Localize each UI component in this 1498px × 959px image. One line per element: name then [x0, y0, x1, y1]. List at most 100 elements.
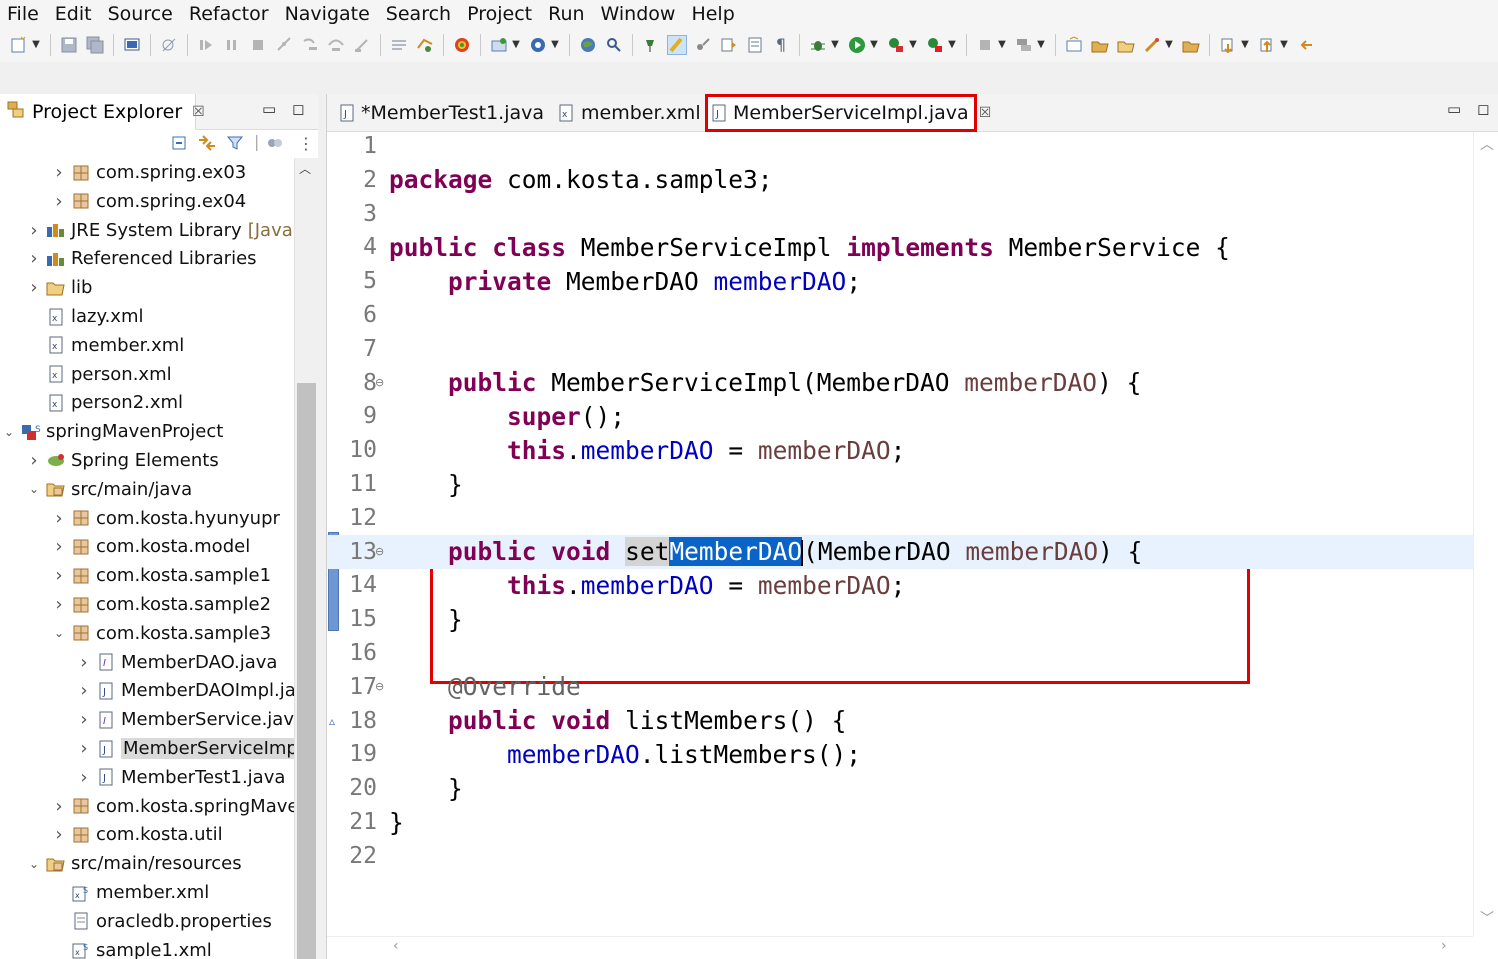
code-line[interactable]: 8 ⊖ public MemberServiceImpl(MemberDAO me… — [327, 366, 1473, 400]
external-tools-icon[interactable] — [925, 35, 945, 55]
minimize-icon[interactable]: ▭ — [262, 100, 276, 118]
search-icon[interactable] — [604, 35, 624, 55]
code-line[interactable]: 14 this.memberDAO = memberDAO; — [327, 568, 1473, 602]
tree-item[interactable]: ⌄ SspringMavenProject — [0, 417, 294, 446]
close-icon[interactable]: ☒ — [979, 105, 992, 121]
back-icon[interactable] — [1296, 35, 1316, 55]
tree-item[interactable]: x person2.xml — [0, 388, 294, 417]
save-icon[interactable] — [59, 35, 79, 55]
tab-member-xml[interactable]: x member.xml — [551, 94, 701, 132]
next-annotation-icon[interactable] — [719, 35, 739, 55]
chevron-down-icon[interactable]: ▼ — [869, 35, 879, 55]
chevron-right-icon[interactable]: › — [52, 796, 66, 817]
code-line[interactable]: 22 — [327, 839, 1473, 873]
chevron-right-icon[interactable]: › — [77, 709, 91, 730]
menu-navigate[interactable]: Navigate — [278, 0, 379, 28]
tree-item[interactable]: › com.kosta.sample2 — [0, 590, 294, 619]
fold-toggle-icon[interactable]: ⊖ — [375, 376, 384, 389]
chevron-right-icon[interactable]: › — [52, 824, 66, 845]
code-line[interactable]: 5 private MemberDAO memberDAO; — [327, 264, 1473, 298]
tree-item[interactable]: › J MemberTest1.java — [0, 763, 294, 792]
chevron-right-icon[interactable]: › — [52, 594, 66, 615]
skip-breakpoints-icon[interactable] — [159, 35, 179, 55]
maximize-icon[interactable]: ◻ — [1477, 100, 1489, 118]
tree-item[interactable]: › J MemberServiceImp — [0, 734, 294, 763]
tree-item[interactable]: x lazy.xml — [0, 302, 294, 331]
tree-item[interactable]: › Referenced Libraries — [0, 244, 294, 273]
chevron-right-icon[interactable]: › — [27, 220, 41, 241]
chevron-right-icon[interactable]: › — [77, 767, 91, 788]
tree-item[interactable]: › I MemberService.java — [0, 705, 294, 734]
code-line[interactable]: 15 } — [327, 602, 1473, 636]
code-line[interactable]: 13 ⊖ public void setMemberDAO(MemberDAO m… — [327, 534, 1473, 569]
chevron-down-icon[interactable]: ⌄ — [27, 857, 41, 871]
view-menu-icon[interactable]: ⋮ — [298, 134, 314, 153]
tree-item[interactable]: ⌄ com.kosta.sample3 — [0, 619, 294, 648]
open-type-icon[interactable] — [415, 35, 435, 55]
tree-item[interactable]: x person.xml — [0, 360, 294, 389]
tree-item[interactable]: x Smember.xml — [0, 878, 294, 907]
tree-item[interactable]: › JRE System Library[JavaS — [0, 216, 294, 245]
toggle-block-icon[interactable] — [389, 35, 409, 55]
code-line[interactable]: 9 super(); — [327, 399, 1473, 433]
chevron-right-icon[interactable]: › — [52, 536, 66, 557]
code-area[interactable]: 1 2 package com.kosta.sample3; 3 4 public cla… — [327, 132, 1473, 936]
suspend-icon[interactable] — [222, 35, 242, 55]
chevron-down-icon[interactable]: ▼ — [908, 35, 918, 55]
tree-item[interactable]: › com.kosta.hyunyupr — [0, 504, 294, 533]
explorer-scrollbar[interactable]: ︿ — [294, 158, 318, 959]
chevron-down-icon[interactable]: ▼ — [1036, 35, 1046, 55]
menu-project[interactable]: Project — [460, 0, 541, 28]
wand-icon[interactable] — [1142, 35, 1162, 55]
scroll-left-icon[interactable]: ‹ — [393, 938, 399, 954]
resume-icon[interactable] — [196, 35, 216, 55]
refresh-icon[interactable] — [452, 35, 472, 55]
chevron-right-icon[interactable]: › — [52, 162, 66, 183]
chevron-right-icon[interactable]: › — [27, 277, 41, 298]
stop-icon[interactable] — [975, 35, 995, 55]
chevron-right-icon[interactable]: › — [27, 450, 41, 471]
previous-edit-icon[interactable] — [1257, 35, 1277, 55]
focus-icon[interactable] — [266, 134, 284, 156]
open-folder-icon[interactable] — [1116, 35, 1136, 55]
chevron-down-icon[interactable]: ▼ — [947, 35, 957, 55]
step-into-icon[interactable] — [300, 35, 320, 55]
open-project-icon[interactable] — [1090, 35, 1110, 55]
code-line[interactable]: 11 } — [327, 467, 1473, 501]
tree-item[interactable]: x Ssample1.xml — [0, 936, 294, 959]
save-all-icon[interactable] — [85, 35, 105, 55]
document-icon[interactable] — [745, 35, 765, 55]
step-return-icon[interactable] — [352, 35, 372, 55]
menu-refactor[interactable]: Refactor — [182, 0, 278, 28]
coverage-icon[interactable] — [886, 35, 906, 55]
tree-item[interactable]: › com.spring.ex04 — [0, 187, 294, 216]
tab-project-explorer[interactable]: Project Explorer ☒ — [0, 94, 205, 130]
open-task-icon[interactable] — [1064, 35, 1084, 55]
code-line[interactable]: 4 public class MemberServiceImpl implemen… — [327, 230, 1473, 264]
chevron-right-icon[interactable]: › — [52, 191, 66, 212]
bookmark-folder-icon[interactable] — [1181, 35, 1201, 55]
chevron-right-icon[interactable]: › — [77, 652, 91, 673]
minimize-icon[interactable]: ▭ — [1447, 100, 1461, 118]
chevron-down-icon[interactable]: ▼ — [511, 35, 521, 55]
code-line[interactable]: 20 } — [327, 771, 1473, 805]
link-with-editor-icon[interactable] — [197, 134, 217, 156]
chevron-right-icon[interactable]: › — [77, 680, 91, 701]
chevron-right-icon[interactable]: › — [27, 248, 41, 269]
chevron-down-icon[interactable]: ▼ — [1164, 35, 1174, 55]
scroll-up-icon[interactable]: ︿ — [299, 160, 311, 177]
mark-occurrences-icon[interactable] — [667, 35, 687, 55]
terminal-icon[interactable] — [122, 35, 142, 55]
scroll-right-icon[interactable]: › — [1441, 938, 1447, 954]
tree-item[interactable]: › I MemberDAO.java — [0, 648, 294, 677]
chevron-down-icon[interactable]: ⌄ — [2, 425, 16, 439]
tree-item[interactable]: › com.spring.ex03 — [0, 158, 294, 187]
chevron-right-icon[interactable]: › — [52, 508, 66, 529]
tree-item[interactable]: › Spring Elements — [0, 446, 294, 475]
editor-vertical-scrollbar[interactable]: ︿ ﹀ — [1473, 132, 1498, 936]
code-line[interactable]: 21} — [327, 805, 1473, 839]
chevron-down-icon[interactable]: ▼ — [1240, 35, 1250, 55]
fold-toggle-icon[interactable]: ⊖ — [375, 680, 384, 693]
collapse-all-icon[interactable] — [170, 134, 188, 156]
pilcrow-icon[interactable]: ¶ — [771, 35, 791, 55]
